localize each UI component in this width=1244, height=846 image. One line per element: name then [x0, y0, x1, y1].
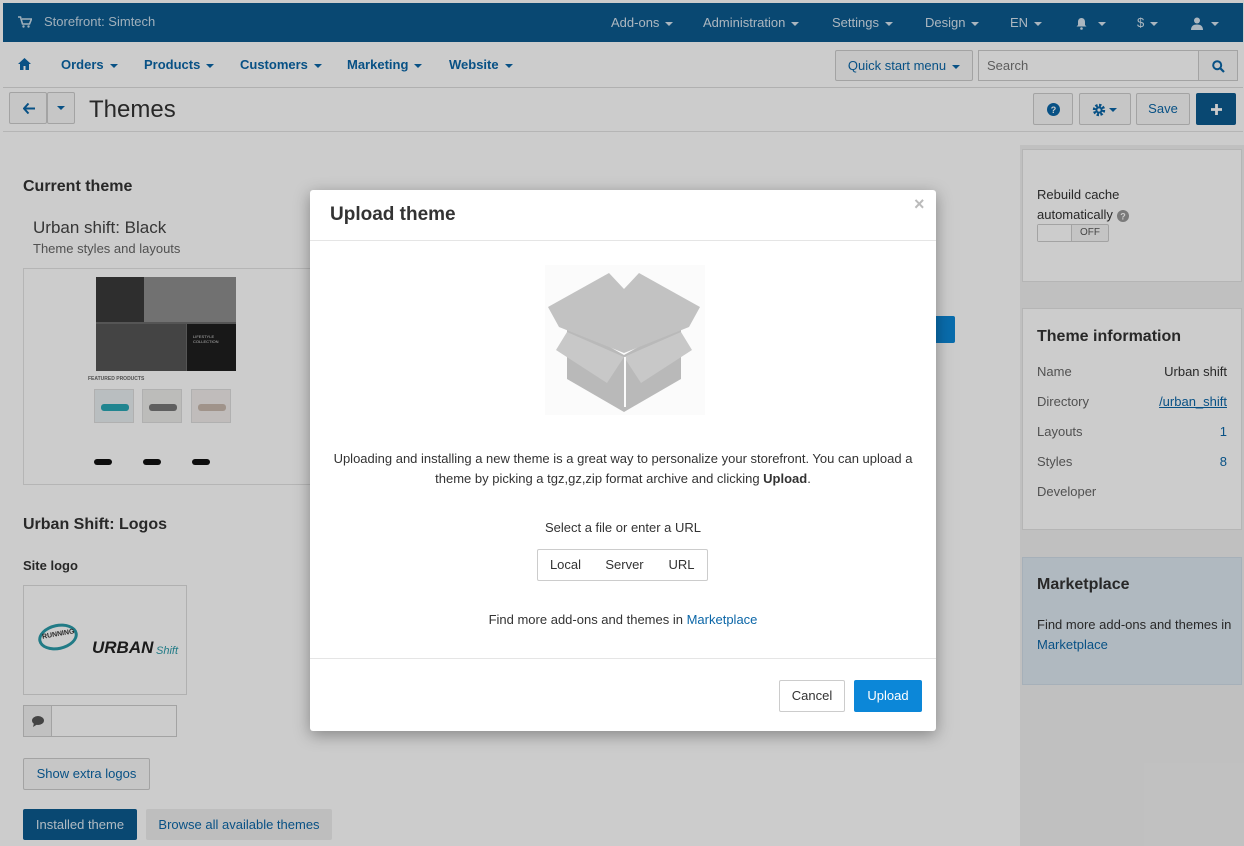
select-source-label: Select a file or enter a URL: [544, 520, 702, 535]
upload-button[interactable]: Upload: [854, 680, 922, 712]
open-box-icon: [545, 265, 705, 415]
source-url-button[interactable]: URL: [656, 549, 708, 581]
close-icon[interactable]: ×: [914, 194, 925, 215]
upload-theme-dialog: Upload theme × Uploading and installing …: [310, 190, 936, 731]
cancel-button[interactable]: Cancel: [779, 680, 845, 712]
dialog-header: Upload theme ×: [310, 190, 936, 241]
dialog-footer: Cancel Upload: [310, 658, 936, 731]
source-server-button[interactable]: Server: [593, 549, 657, 581]
find-more-text: Find more add-ons and themes in Marketpl…: [488, 612, 758, 627]
source-local-button[interactable]: Local: [537, 549, 594, 581]
dialog-title: Upload theme: [330, 204, 456, 225]
dialog-marketplace-link[interactable]: Marketplace: [687, 612, 758, 627]
dialog-description: Uploading and installing a new theme is …: [333, 451, 913, 486]
